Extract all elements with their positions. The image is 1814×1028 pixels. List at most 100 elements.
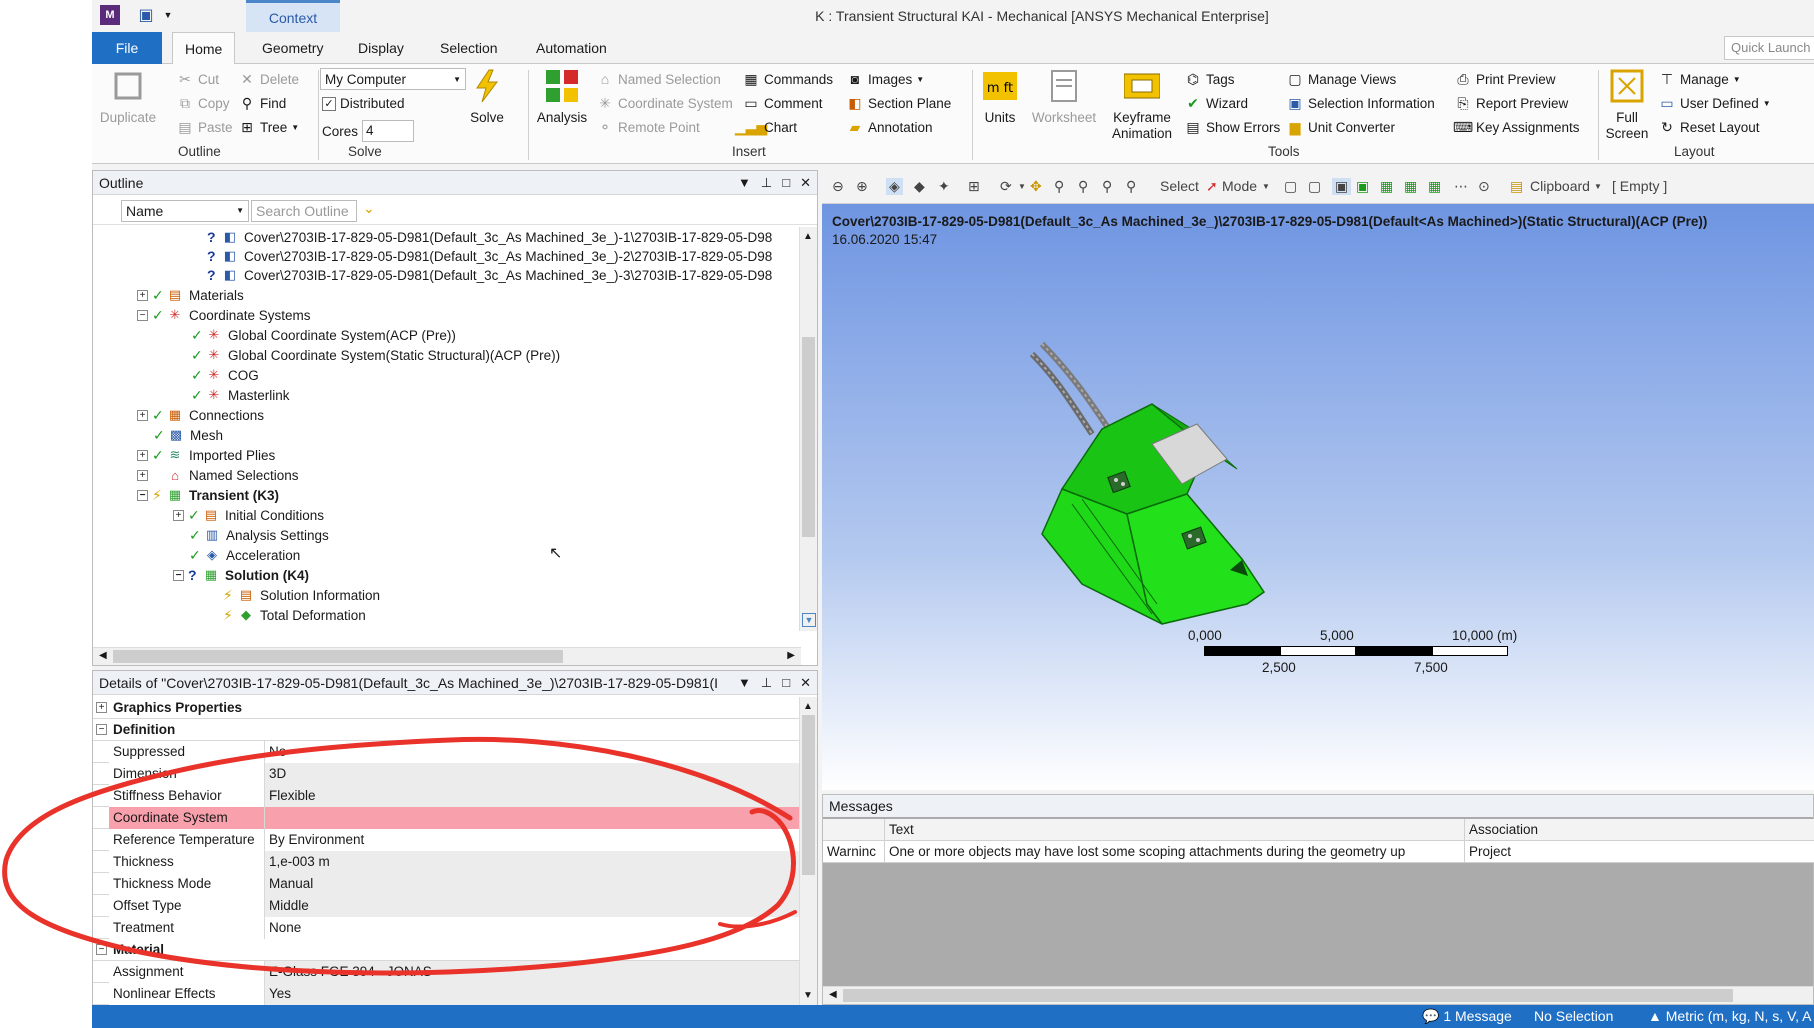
chevron-down-icon[interactable]: ▼ (1262, 182, 1270, 191)
expand-icon[interactable]: + (173, 509, 184, 521)
detail-value[interactable]: 1,e-003 m (265, 851, 799, 873)
tab-display[interactable]: Display (346, 32, 416, 64)
collapse-icon[interactable]: − (137, 489, 148, 501)
chevron-down-icon[interactable]: ▼ (1594, 182, 1602, 191)
select-label[interactable]: Select (1160, 178, 1199, 194)
units-button[interactable]: m ft Units (978, 68, 1022, 126)
tab-home[interactable]: Home (172, 32, 236, 65)
keyframe-animation-button[interactable]: Keyframe Animation (1106, 68, 1178, 142)
images-button[interactable]: ◙ Images ▼ (846, 70, 924, 88)
zoom-in-icon[interactable]: ⊕ (856, 178, 868, 195)
tab-selection[interactable]: Selection (428, 32, 510, 64)
select-body-icon[interactable]: ▣ (1356, 178, 1369, 195)
panel-menu-icon[interactable]: ▼ (738, 671, 751, 694)
expand-icon[interactable]: + (137, 469, 148, 481)
outline-vertical-scrollbar[interactable]: ▲ ▼ (799, 227, 817, 631)
distributed-checkbox[interactable]: ✓ Distributed (322, 96, 405, 111)
section-plane-button[interactable]: ◧ Section Plane (846, 94, 951, 112)
maximize-icon[interactable]: □ (782, 671, 790, 694)
message-association[interactable]: Project (1465, 841, 1814, 863)
context-tab[interactable]: Context (246, 0, 340, 32)
analysis-button[interactable]: Analysis (530, 68, 594, 126)
tree-node-solution-information[interactable]: ⚡ ▤ Solution Information (223, 585, 380, 605)
tree-node-coordinate-systems[interactable]: − ✓ ✳ Coordinate Systems (137, 305, 311, 325)
tree-node-imported-plies[interactable]: + ✓ ≋ Imported Plies (137, 445, 275, 465)
show-errors-button[interactable]: ▤ Show Errors (1184, 118, 1280, 136)
reset-layout-button[interactable]: ↻ Reset Layout (1658, 118, 1759, 136)
tree-node-connections[interactable]: + ✓ ▦ Connections (137, 405, 264, 425)
detail-row-nonlinear-effects[interactable]: Nonlinear Effects Yes (93, 983, 799, 1005)
tree-node-total-deformation[interactable]: ⚡ ◆ Total Deformation (223, 605, 366, 625)
tree-node-named-selections[interactable]: + ⌂ Named Selections (137, 465, 299, 485)
look-at-icon[interactable]: ⊞ (968, 178, 980, 195)
maximize-icon[interactable]: □ (782, 171, 790, 195)
delete-button[interactable]: ✕ Delete (238, 70, 299, 88)
detail-value[interactable]: By Environment (265, 829, 799, 851)
pan-icon[interactable]: ✥ (1030, 178, 1042, 195)
scroll-right-icon[interactable]: ▶ (787, 650, 795, 661)
scroll-down-icon[interactable]: ▼ (802, 613, 816, 627)
duplicate-button[interactable]: Duplicate (98, 68, 158, 126)
select-node-icon[interactable]: ▦ (1380, 178, 1393, 195)
detail-value[interactable]: Flexible (265, 785, 799, 807)
detail-value[interactable]: No (265, 741, 799, 763)
expand-icon[interactable]: + (137, 409, 148, 421)
pin-icon[interactable]: ⊥ (761, 171, 772, 195)
named-selection-button[interactable]: ⌂ Named Selection (596, 70, 721, 88)
select-vertex-icon[interactable]: ▢ (1284, 178, 1297, 195)
detail-value[interactable]: Yes (265, 983, 799, 1005)
chevron-down-icon[interactable]: ▼ (1018, 182, 1026, 191)
zoom-icon[interactable]: ⚲ (1054, 178, 1064, 195)
tab-file[interactable]: File (92, 32, 162, 64)
detail-value[interactable]: E-Glass FGE 394 - JONAS (265, 961, 799, 983)
collapse-icon[interactable]: − (173, 569, 184, 581)
copy-button[interactable]: ⧉ Copy (176, 94, 230, 112)
select-mode-icon[interactable]: ➚ (1206, 178, 1218, 195)
select-element-icon[interactable]: ▦ (1428, 178, 1441, 195)
worksheet-button[interactable]: Worksheet (1028, 68, 1100, 126)
tree-node-solution[interactable]: −? ▦ Solution (K4) (173, 565, 309, 585)
solve-button[interactable]: Solve (462, 68, 512, 126)
quick-launch-input[interactable]: Quick Launch (1724, 36, 1814, 60)
tree-node[interactable]: ✓ ✳ COG (191, 365, 259, 385)
coordinate-system-button[interactable]: ✳ Coordinate System (596, 94, 733, 112)
cut-button[interactable]: ✂ Cut (176, 70, 219, 88)
tree-node-acceleration[interactable]: ✓ ◈ Acceleration (189, 545, 300, 565)
filter-type-select[interactable]: Name ▼ (121, 200, 249, 222)
collapse-icon[interactable]: − (96, 944, 107, 955)
tree-node[interactable]: ✓ ✳ Masterlink (191, 385, 290, 405)
detail-row-coordinate-system[interactable]: Coordinate System (93, 807, 799, 829)
wizard-button[interactable]: ✔ Wizard (1184, 94, 1248, 112)
tree-node-analysis-settings[interactable]: ✓ ▥ Analysis Settings (189, 525, 329, 545)
full-screen-button[interactable]: Full Screen (1604, 68, 1650, 142)
remote-point-button[interactable]: ⚬ Remote Point (596, 118, 700, 136)
detail-value[interactable]: Manual (265, 873, 799, 895)
group-material[interactable]: − Material (93, 939, 799, 961)
units-status[interactable]: ▲ Metric (m, kg, N, s, V, A (1648, 1005, 1812, 1028)
group-definition[interactable]: − Definition (93, 719, 799, 741)
unit-converter-button[interactable]: ▆ Unit Converter (1286, 118, 1395, 136)
graphics-canvas[interactable]: Cover\2703IB-17-829-05-D981(Default_3c_A… (822, 204, 1814, 790)
find-button[interactable]: ⚲ Find (238, 94, 286, 112)
mechanical-logo-icon[interactable]: M (100, 5, 120, 25)
zoom-out-icon[interactable]: ⊖ (832, 178, 844, 195)
commands-button[interactable]: ▦ Commands (742, 70, 833, 88)
tree-node-materials[interactable]: + ✓ ▤ Materials (137, 285, 244, 305)
iso-view-icon[interactable]: ◈ (886, 178, 903, 195)
box-zoom-icon[interactable]: ⚲ (1078, 178, 1088, 195)
zoom-to-fit-icon[interactable]: ⚲ (1102, 178, 1112, 195)
print-preview-button[interactable]: ⎙ Print Preview (1454, 70, 1555, 88)
tree-button[interactable]: ⊞ Tree ▼ (238, 118, 299, 136)
detail-row-reference-temperature[interactable]: Reference Temperature By Environment (93, 829, 799, 851)
select-element-face-icon[interactable]: ▦ (1404, 178, 1417, 195)
message-text[interactable]: One or more objects may have lost some s… (885, 841, 1465, 863)
messages-horizontal-scrollbar[interactable]: ◀ (823, 986, 1813, 1004)
detail-row-offset-type[interactable]: Offset Type Middle (93, 895, 799, 917)
rotate-icon[interactable]: ⟳ (1000, 178, 1012, 195)
solve-process-select[interactable]: My Computer ▼ (320, 68, 466, 90)
tags-button[interactable]: ⌬ Tags (1184, 70, 1235, 88)
messages-status[interactable]: 💬 1 Message (1422, 1005, 1512, 1028)
annotation-button[interactable]: ▰ Annotation (846, 118, 933, 136)
select-face-icon[interactable]: ▣ (1332, 178, 1352, 195)
manage-layout-button[interactable]: ⊤ Manage ▼ (1658, 70, 1741, 88)
